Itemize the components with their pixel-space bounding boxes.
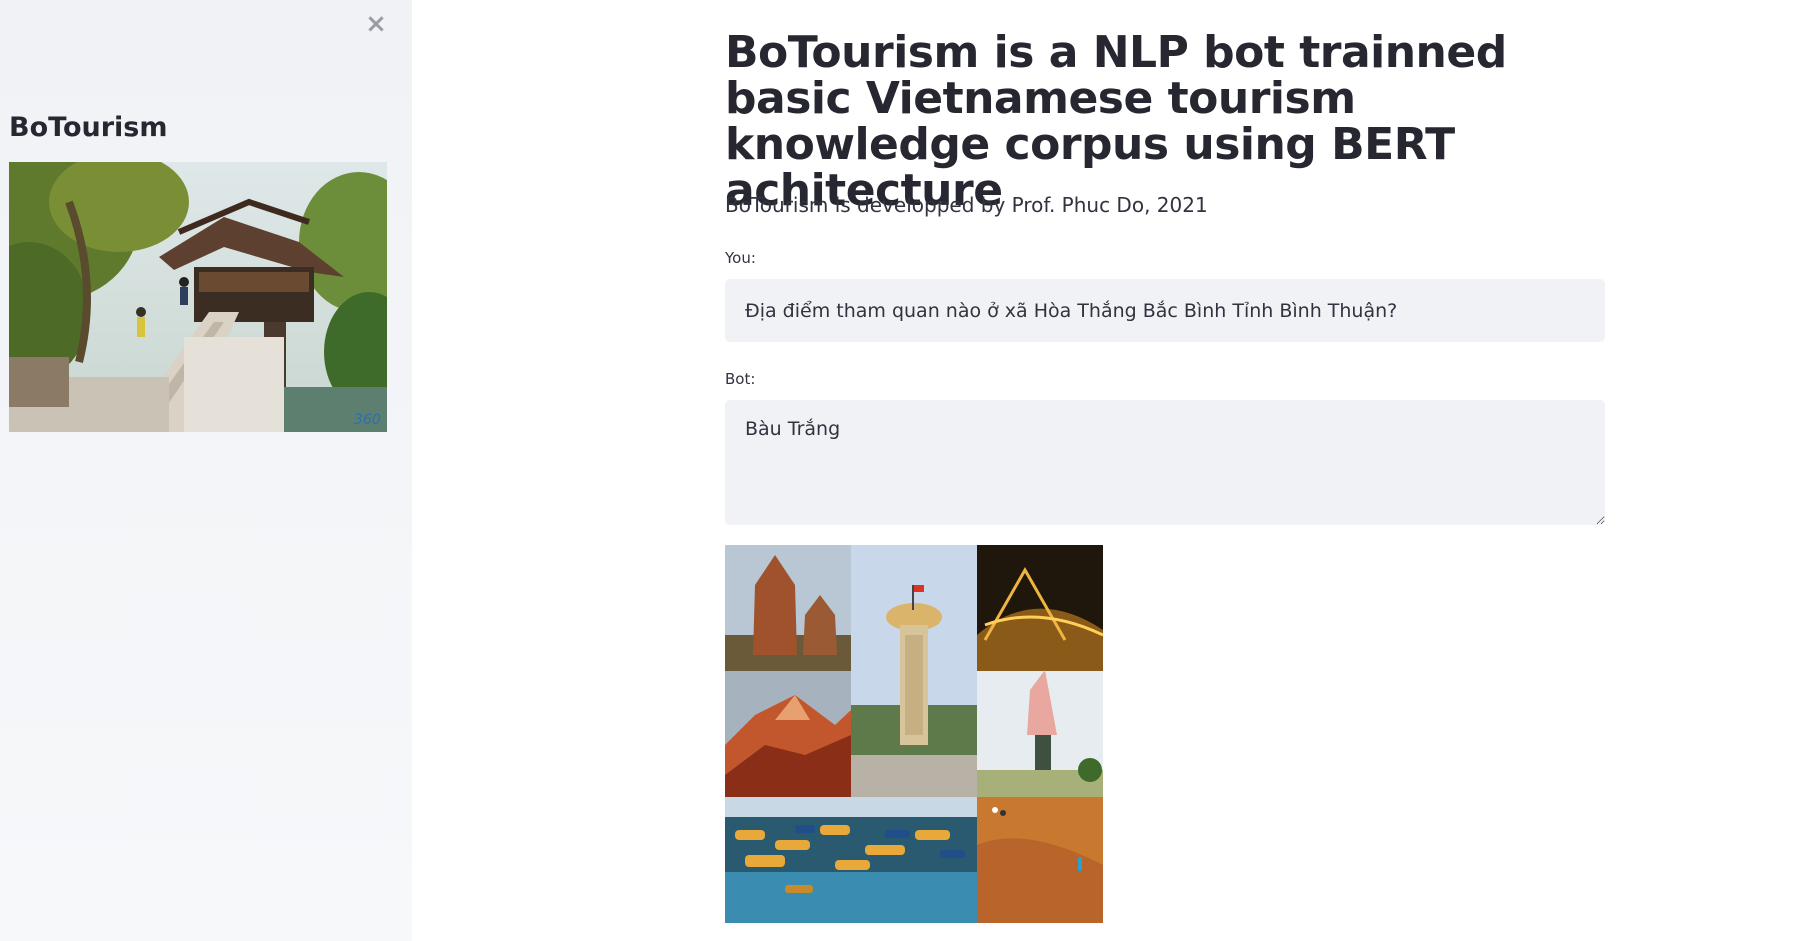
you-label: You: xyxy=(725,249,756,267)
bot-label: Bot: xyxy=(725,370,756,388)
you-input[interactable] xyxy=(725,279,1605,342)
binh-thuan-collage-image xyxy=(725,545,1104,923)
one-pillar-pagoda-image: 360 xyxy=(9,162,387,432)
watermark-360: 360 xyxy=(354,412,381,428)
bot-response-textarea[interactable]: Bàu Trắng xyxy=(725,400,1605,525)
app: × BoTourism 360 BoTourism is a NLP bot t… xyxy=(0,0,1815,941)
page-title: BoTourism is a NLP bot trainned basic Vi… xyxy=(725,27,1507,216)
page-subtitle: BoTourism is developped by Prof. Phuc Do… xyxy=(725,193,1208,217)
sidebar-title: BoTourism xyxy=(9,112,168,143)
sidebar: × BoTourism 360 xyxy=(0,0,412,941)
close-icon[interactable]: × xyxy=(364,10,388,38)
